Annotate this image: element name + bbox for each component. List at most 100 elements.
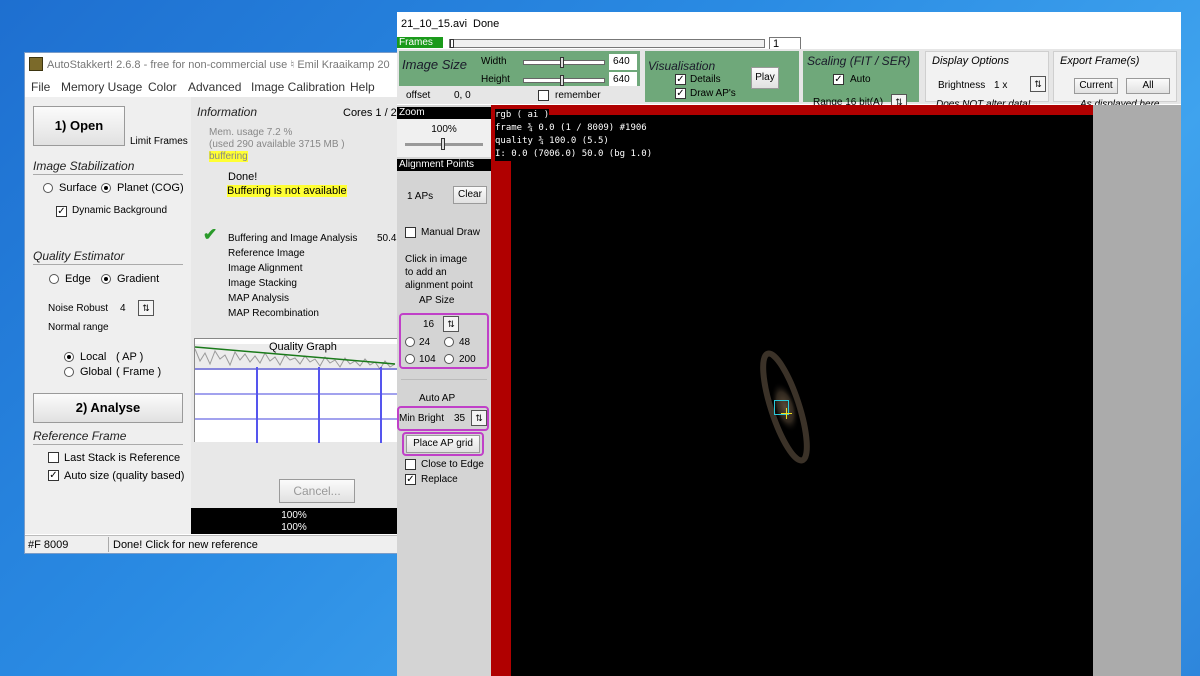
manual-draw-checkbox[interactable]	[405, 227, 416, 238]
auto-ap-label: Auto AP	[419, 393, 456, 404]
frames-slider[interactable]	[449, 39, 765, 48]
dynamic-background-label: Dynamic Background	[72, 205, 168, 216]
close-to-edge-label: Close to Edge	[421, 459, 484, 470]
noise-robust-label: Noise Robust	[48, 303, 109, 314]
menu-file[interactable]: File	[31, 80, 50, 94]
menu-memory-usage[interactable]: Memory Usage	[61, 80, 142, 94]
visualisation-header: Visualisation	[648, 59, 716, 73]
export-all-button[interactable]: All	[1126, 78, 1170, 94]
planet-radio[interactable]	[101, 183, 111, 193]
menu-advanced[interactable]: Advanced	[188, 80, 241, 94]
ap-size-48-radio[interactable]	[444, 337, 454, 347]
click-hint-2: to add an	[405, 267, 447, 278]
dynamic-background-checkbox[interactable]: ✓	[56, 206, 67, 217]
analyse-button[interactable]: 2) Analyse	[33, 393, 183, 423]
export-panel: Export Frame(s) Current All As displayed…	[1053, 51, 1177, 110]
planet-label: Planet (COG)	[117, 182, 184, 194]
frames-slider-thumb[interactable]	[450, 39, 454, 48]
step-buffering: Buffering and Image Analysis	[228, 233, 358, 244]
manual-draw-label: Manual Draw	[421, 227, 480, 238]
overlay-line-3: quality ¾ 100.0 (5.5)	[495, 135, 609, 148]
click-hint-1: Click in image	[405, 254, 468, 265]
alignment-points-header: Alignment Points	[397, 159, 491, 171]
step-map-recombination: MAP Recombination	[228, 308, 319, 319]
width-slider[interactable]	[523, 57, 605, 68]
gradient-label: Gradient	[117, 273, 160, 285]
click-hint-3: alignment point	[405, 280, 473, 291]
ap-size-104-radio[interactable]	[405, 354, 415, 364]
buffering-na-badge: Buffering is not available	[227, 185, 347, 197]
play-button[interactable]: Play	[751, 67, 779, 89]
close-to-edge-checkbox[interactable]	[405, 459, 416, 470]
noise-robust-spinner-icon[interactable]: ⇅	[138, 300, 154, 316]
local-radio[interactable]	[64, 352, 74, 362]
auto-size-checkbox[interactable]: ✓	[48, 470, 59, 481]
scaling-panel: Scaling (FIT / SER) ✓ Auto Range 16 bit(…	[803, 51, 919, 110]
details-checkbox[interactable]: ✓	[675, 74, 686, 85]
image-size-header: Image Size	[402, 57, 468, 72]
brightness-spinner-icon[interactable]: ⇅	[1030, 76, 1046, 92]
image-title-bar[interactable]: 21_10_15.avi Done	[397, 12, 1181, 37]
progress-2: 100%	[281, 522, 307, 533]
quality-graph-plot	[195, 344, 398, 443]
main-title-bar[interactable]: AutoStakkert! 2.6.8 - free for non-comme…	[25, 53, 397, 75]
display-options-header: Display Options	[932, 55, 1010, 67]
gradient-radio[interactable]	[101, 274, 111, 284]
remember-label: remember	[555, 90, 601, 101]
global-radio[interactable]	[64, 367, 74, 377]
min-bright-value: 35	[454, 413, 466, 424]
min-bright-spinner-icon[interactable]: ⇅	[471, 410, 487, 426]
draw-aps-checkbox[interactable]: ✓	[675, 88, 686, 99]
menu-image-calibration[interactable]: Image Calibration	[251, 80, 345, 94]
auto-scaling-checkbox[interactable]: ✓	[833, 74, 844, 85]
clear-aps-button[interactable]: Clear	[453, 186, 487, 204]
open-button[interactable]: 1) Open	[33, 106, 125, 146]
step-map-analysis: MAP Analysis	[228, 293, 289, 304]
edge-radio[interactable]	[49, 274, 59, 284]
height-slider[interactable]	[523, 75, 605, 86]
image-window: 21_10_15.avi Done Frames 1 Image Size Wi…	[397, 12, 1181, 676]
surface-radio[interactable]	[43, 183, 53, 193]
export-current-button[interactable]: Current	[1074, 78, 1118, 94]
menu-help[interactable]: Help	[350, 80, 375, 94]
menu-bar: File Memory Usage Color Advanced Image C…	[25, 77, 397, 95]
memory-used-text: (used 290 available 3715 MB )	[209, 139, 345, 150]
app-icon	[29, 57, 43, 71]
frames-row: Frames 1	[397, 37, 1181, 55]
width-input[interactable]: 640	[609, 54, 637, 70]
visualisation-panel: Visualisation ✓ Details ✓ Draw AP's Play	[645, 51, 799, 102]
quality-estimator-header: Quality Estimator	[33, 249, 125, 263]
details-label: Details	[690, 74, 721, 85]
offset-value: 0, 0	[454, 90, 471, 101]
ap-size-200-radio[interactable]	[444, 354, 454, 364]
ap-size-spinner-icon[interactable]: ⇅	[443, 316, 459, 332]
frames-label: Frames	[397, 37, 443, 48]
image-viewport[interactable]: rgb ( ai ) frame ¾ 0.0 (1 / 8009) #1906 …	[491, 105, 1093, 676]
menu-color[interactable]: Color	[148, 80, 177, 94]
step-image-stacking: Image Stacking	[228, 278, 297, 289]
quality-graph-title: Quality Graph	[269, 341, 337, 353]
status-message[interactable]: Done! Click for new reference	[113, 539, 258, 551]
offset-label: offset	[406, 90, 431, 101]
overlay-info: rgb ( ai ) frame ¾ 0.0 (1 / 8009) #1906 …	[495, 109, 653, 161]
checkmark-icon: ✔	[203, 225, 218, 244]
buffering-badge: buffering	[209, 151, 248, 162]
ap-size-24-radio[interactable]	[405, 337, 415, 347]
brightness-label: Brightness	[938, 80, 986, 91]
zoom-slider[interactable]	[405, 138, 483, 150]
replace-checkbox[interactable]: ✓	[405, 474, 416, 485]
place-ap-grid-button[interactable]: Place AP grid	[406, 435, 480, 453]
overlay-line-4: I: 0.0 (7006.0) 50.0 (bg 1.0)	[495, 148, 653, 161]
last-stack-reference-checkbox[interactable]	[48, 452, 59, 463]
cancel-button[interactable]: Cancel...	[279, 479, 355, 503]
saturn-image	[760, 350, 810, 464]
local-ap-label: ( AP )	[116, 351, 144, 363]
ap-side-panel: Zoom 100% Alignment Points 1 APs Clear M…	[397, 105, 491, 676]
done-text: Done!	[228, 171, 258, 183]
step-image-alignment: Image Alignment	[228, 263, 303, 274]
ap-size-value: 16	[423, 319, 435, 330]
scaling-header: Scaling (FIT / SER)	[807, 54, 911, 68]
limit-frames-link[interactable]: Limit Frames	[130, 136, 188, 147]
offset-row: offset 0, 0 remember	[399, 86, 640, 104]
remember-checkbox[interactable]	[538, 90, 549, 101]
